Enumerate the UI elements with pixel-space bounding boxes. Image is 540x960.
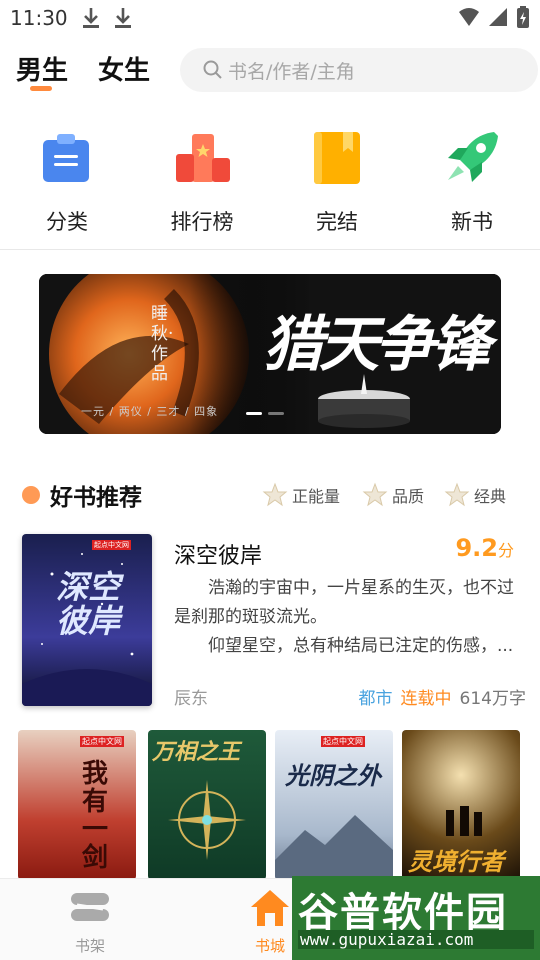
cover-badge: 起点中文网 — [92, 540, 131, 550]
tab-male[interactable]: 男生 — [16, 50, 68, 87]
book-description: 浩瀚的宇宙中，一片星系的生灭，也不过是刹那的斑驳流光。 仰望星空，总有种结局已注… — [174, 574, 516, 661]
download-icon — [114, 8, 131, 28]
score-value: 9.2 — [455, 534, 498, 562]
category-grid: 分类 排行榜 完结 新书 — [0, 128, 540, 240]
book-cover[interactable]: 起点中文网 深空彼岸 — [22, 534, 152, 706]
search-placeholder: 书名/作者/主角 — [228, 60, 355, 83]
book-status: 连载中 — [400, 689, 452, 709]
cover-badge: 起点中文网 — [80, 736, 124, 747]
star-icon — [362, 482, 388, 507]
home-icon — [251, 890, 289, 926]
signal-icon — [489, 8, 507, 26]
watermark: 谷普软件园 www.gupuxiazai.com — [292, 876, 540, 960]
star-icon — [262, 482, 288, 507]
description-line: 浩瀚的宇宙中，一片星系的生灭，也不过是刹那的斑驳流光。 — [174, 578, 514, 627]
cover-title: 我有一剑 — [82, 759, 109, 873]
star-icon — [444, 482, 470, 507]
book-score: 9.2分 — [455, 534, 514, 562]
download-icon — [82, 8, 99, 28]
completed-book-icon — [314, 132, 360, 184]
section-divider — [0, 249, 540, 250]
bookshelf-icon — [71, 893, 109, 921]
filter-label: 正能量 — [292, 487, 341, 506]
description-line: 仰望星空，总有种结局已注定的伤感，... — [208, 636, 514, 656]
filter-label: 品质 — [392, 487, 425, 506]
category-new-book[interactable]: 新书 — [422, 128, 522, 236]
section-dot-icon — [22, 486, 40, 504]
recommend-title: 好书推荐 — [50, 485, 142, 511]
category-label: 排行榜 — [170, 210, 234, 234]
category-label: 分类 — [46, 210, 88, 234]
banner-title: 猎天争锋 — [263, 310, 491, 380]
cover-title: 深空彼岸 — [56, 568, 121, 640]
cover-mountains — [275, 815, 393, 880]
rocket-icon — [448, 132, 498, 182]
category-completed[interactable]: 完结 — [287, 128, 387, 236]
nav-label: 书架 — [74, 937, 105, 955]
book-cover-item[interactable]: 起点中文网 我有一剑 — [18, 730, 136, 880]
search-icon — [203, 60, 222, 79]
book-cover-item[interactable]: 万相之王 — [148, 730, 266, 880]
category-icon — [43, 134, 89, 182]
book-word-count: 614万字 — [459, 689, 526, 709]
book-title: 深空彼岸 — [174, 544, 263, 569]
watermark-url: www.gupuxiazai.com — [298, 930, 534, 949]
status-time: 11:30 — [10, 6, 68, 30]
book-cover-item[interactable]: 灵境行者 — [402, 730, 520, 880]
score-unit: 分 — [497, 541, 514, 560]
banner-dot — [268, 412, 284, 415]
search-input[interactable]: 书名/作者/主角 — [180, 48, 538, 92]
category-label: 完结 — [316, 210, 358, 234]
cover-emblem — [168, 780, 246, 860]
banner-pagination — [246, 412, 284, 415]
featured-book[interactable]: 起点中文网 深空彼岸 深空彼岸 9.2分 浩瀚的宇宙中，一片星系的生灭，也不过是… — [0, 530, 540, 710]
promo-banner[interactable]: 睡秋·作品 猎天争锋 一元 / 两仪 / 三才 / 四象 — [39, 274, 501, 434]
filter-quality[interactable]: 品质 — [362, 482, 424, 508]
header: 男生 女生 书名/作者/主角 — [0, 44, 540, 100]
category-classify[interactable]: 分类 — [17, 128, 117, 236]
banner-dot-active — [246, 412, 262, 415]
book-author: 辰东 — [174, 689, 208, 709]
banner-tagline: 一元 / 两仪 / 三才 / 四象 — [81, 405, 219, 418]
book-row: 起点中文网 我有一剑 万相之王 起点中文网 光阴之外 灵境行者 — [18, 730, 538, 880]
book-meta: 都市 连载中 614万字 — [359, 684, 526, 709]
nav-bookshelf[interactable]: 书架 — [50, 887, 130, 956]
book-genre: 都市 — [358, 689, 393, 709]
category-ranking[interactable]: 排行榜 — [152, 128, 252, 236]
wifi-icon — [459, 8, 479, 26]
status-bar: 11:30 — [0, 0, 540, 36]
category-label: 新书 — [451, 210, 493, 234]
filter-classic[interactable]: 经典 — [444, 482, 506, 508]
banner-author: 睡秋·作品 — [151, 304, 174, 384]
cover-title: 灵境行者 — [408, 847, 504, 876]
ranking-icon — [176, 134, 230, 182]
book-cover-item[interactable]: 起点中文网 光阴之外 — [275, 730, 393, 880]
recommend-header: 好书推荐 正能量 品质 经典 — [0, 474, 540, 514]
filter-positive[interactable]: 正能量 — [262, 482, 340, 508]
filter-label: 经典 — [474, 487, 507, 506]
battery-icon — [517, 6, 529, 28]
tab-female[interactable]: 女生 — [98, 50, 150, 87]
active-tab-indicator — [30, 86, 52, 91]
